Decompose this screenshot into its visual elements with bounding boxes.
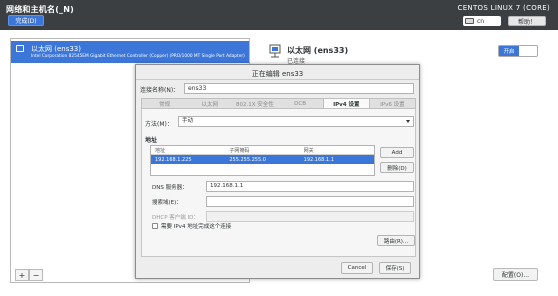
product-name: CENTOS LINUX 7 (CORE)	[457, 4, 550, 12]
table-row[interactable]: 192.168.1.225 255.255.255.0 192.168.1.1	[151, 155, 374, 164]
device-list-item[interactable]: 以太网 (ens33) Intel Corporation 82545EM Gi…	[11, 41, 249, 63]
dns-servers-input[interactable]: 192.168.1.1	[206, 181, 414, 192]
remove-device-button[interactable]: −	[29, 269, 43, 281]
keyboard-icon	[465, 18, 474, 24]
chevron-down-icon	[406, 120, 410, 123]
add-address-button[interactable]: Add	[380, 147, 414, 158]
checkbox-box[interactable]	[152, 223, 158, 229]
connection-name-input[interactable]: ens33	[184, 83, 414, 94]
delete-address-button[interactable]: 删除(D)	[380, 162, 414, 173]
netmask-cell[interactable]: 255.255.255.0	[225, 155, 299, 164]
method-label: 方法(M)：	[145, 121, 173, 128]
dialog-separator	[136, 79, 419, 80]
device-list-buttons: + −	[15, 269, 43, 281]
done-button[interactable]: 完成(D)	[8, 15, 44, 26]
tab-ipv4-settings[interactable]: IPv4 设置	[322, 99, 370, 108]
cancel-button[interactable]: Cancel	[341, 262, 373, 274]
column-address: 地址	[155, 147, 166, 154]
column-gateway: 网关	[303, 147, 314, 154]
dhcp-client-id-input	[206, 211, 414, 222]
page-title: 网络和主机名(_N)	[6, 5, 75, 14]
add-device-button[interactable]: +	[15, 269, 29, 281]
addresses-table-header: 地址 子网掩码 网关	[151, 146, 374, 155]
routes-button[interactable]: 路由(R)...	[377, 235, 415, 246]
settings-tabs: 常规 以太网 802.1X 安全性 DCB IPv4 设置 IPv6 设置	[141, 98, 416, 109]
search-domains-input[interactable]	[206, 196, 414, 207]
connection-name-label: 连接名称(N)：	[140, 87, 180, 94]
addresses-heading: 地址	[145, 137, 158, 144]
tab-ipv6-settings[interactable]: IPv6 设置	[370, 99, 415, 108]
keyboard-layout-indicator[interactable]: cn	[463, 16, 501, 26]
toggle-on-label: 开启	[499, 46, 519, 56]
address-cell[interactable]: 192.168.1.225	[151, 155, 225, 164]
tab-general[interactable]: 常规	[142, 99, 187, 108]
edit-connection-dialog: 正在编辑 ens33 连接名称(N)： ens33 常规 以太网 802.1X …	[135, 64, 420, 279]
device-detail-name: 以太网 (ens33)	[287, 46, 349, 55]
column-netmask: 子网掩码	[229, 147, 250, 154]
dns-servers-label: DNS 服务器：	[152, 185, 188, 191]
dialog-title: 正在编辑 ens33	[251, 70, 304, 78]
search-domains-label: 搜索域(E)：	[152, 200, 182, 206]
require-ipv4-label: 需要 IPv4 地址完成这个连接	[161, 224, 232, 230]
help-button[interactable]: 帮助！	[508, 16, 546, 26]
tab-8021x-security[interactable]: 802.1X 安全性	[232, 99, 277, 108]
top-bar: 网络和主机名(_N) 完成(D) CENTOS LINUX 7 (CORE) c…	[0, 0, 558, 30]
device-enable-toggle[interactable]: 开启	[498, 45, 538, 57]
gateway-cell[interactable]: 192.168.1.1	[300, 155, 374, 164]
require-ipv4-checkbox[interactable]: 需要 IPv4 地址完成这个连接	[152, 222, 231, 230]
method-select[interactable]: 手动	[178, 116, 414, 127]
configure-button[interactable]: 配置(O)...	[493, 268, 538, 281]
dhcp-client-id-label: DHCP 客户端 ID：	[152, 215, 199, 221]
method-select-value: 手动	[182, 118, 194, 124]
tab-ethernet[interactable]: 以太网	[187, 99, 232, 108]
addresses-table: 地址 子网掩码 网关 192.168.1.225 255.255.255.0 1…	[150, 145, 375, 176]
keyboard-layout-label: cn	[477, 17, 485, 25]
device-item-description: Intel Corporation 82545EM Gigabit Ethern…	[31, 54, 245, 59]
network-wired-icon	[16, 45, 24, 52]
save-button[interactable]: 保存(S)	[379, 262, 411, 274]
network-wired-icon	[269, 44, 281, 58]
device-item-name: 以太网 (ens33)	[31, 45, 81, 53]
ipv4-settings-page: 方法(M)： 手动 地址 地址 子网掩码 网关 192.168.1.225 25…	[141, 109, 416, 257]
tab-dcb[interactable]: DCB	[278, 99, 323, 108]
